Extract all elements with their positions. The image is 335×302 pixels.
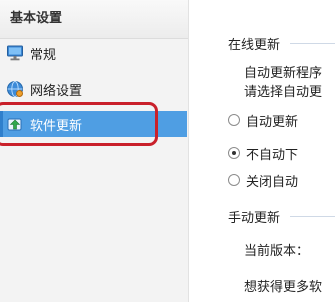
settings-content: 在线更新 自动更新程序 请选择自动更 自动更新 不自动下 关闭自动 手动更新 当… [188,0,335,302]
group-divider [290,216,335,217]
more-info-text: 想获得更多软 [244,280,323,295]
radio-no-auto-download-label[interactable]: 不自动下 [246,144,298,163]
radio-no-auto-download[interactable] [228,147,240,159]
radio-disable-auto[interactable] [228,174,240,186]
radio-auto-update[interactable] [228,114,240,126]
online-update-desc: 自动更新程序 [244,66,323,81]
online-update-title: 在线更新 [228,38,281,53]
current-version-label: 当前版本： [244,244,310,259]
manual-update-title: 手动更新 [228,211,281,226]
sidebar-item-general[interactable]: 常规 [0,40,187,66]
sidebar-item-label: 常规 [30,47,57,63]
sidebar-item-network[interactable]: 网络设置 [0,76,187,102]
globe-network-icon [6,80,24,98]
online-update-hint: 请选择自动更 [244,85,323,100]
sidebar-item-label: 软件更新 [30,118,83,134]
monitor-icon [6,44,24,62]
update-arrow-icon [6,115,24,133]
sidebar-item-label: 网络设置 [30,83,83,99]
settings-sidebar: 基本设置 常规 网络设置 软件更新 [0,0,189,302]
radio-auto-update-label[interactable]: 自动更新 [246,111,298,130]
radio-disable-auto-label[interactable]: 关闭自动 [246,171,298,190]
sidebar-item-software-update[interactable]: 软件更新 [0,111,187,137]
sidebar-header: 基本设置 [0,0,188,39]
group-divider [290,43,335,44]
